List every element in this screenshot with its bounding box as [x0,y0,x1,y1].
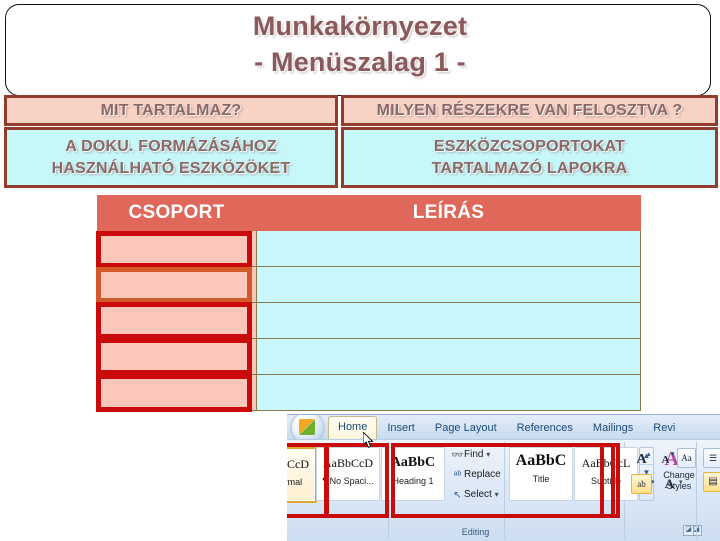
question-right-label: MILYEN RÉSZEKRE VAN FELOSZTVA ? [376,101,683,119]
answer-right-line-1: ESZKÖZCSOPORTOKAT [433,137,626,155]
style-tile-title[interactable]: AaBbC Title [509,447,573,501]
answer-left-line-2: HASZNÁLHATÓ ESZKÖZÖKET [51,159,291,177]
table-row [96,302,641,339]
tab-home[interactable]: Home [328,416,378,439]
font-group: A ▴ A ▾ Aa ab ▾ A ▾ ◪ [625,442,697,538]
cell-desc [256,231,641,267]
cell-group [96,231,257,267]
cell-desc [256,374,641,411]
style-name-title: Title [532,474,550,484]
grow-font-caret-icon: ▴ [647,451,651,458]
table-body [96,231,641,411]
quick-styles-group: AaBbCcD ¶ Normal AaBbCcD ¶ No Spaci... [287,442,389,538]
font-dialog-launcher[interactable]: ◪ [683,525,694,536]
style-sample-no-spacing: AaBbCcD [323,456,373,470]
bullets-button[interactable]: ☰ [703,448,720,468]
question-box-left: MIT TARTALMAZ? [4,95,338,126]
style-sample-normal: AaBbCcD [287,457,309,471]
style-tile-normal[interactable]: AaBbCcD ¶ Normal [287,447,317,503]
tab-references[interactable]: References [507,417,583,439]
cell-group [96,266,257,303]
ribbon-body: AaBbCcD ¶ Normal AaBbCcD ¶ No Spaci... A… [287,439,720,541]
cell-desc [256,338,641,375]
question-box-right: MILYEN RÉSZEKRE VAN FELOSZTVA ? [341,95,718,126]
title-line-1: Munkakörnyezet [252,11,468,41]
tab-insert[interactable]: Insert [377,417,425,439]
question-left-label: MIT TARTALMAZ? [100,101,242,119]
select-label: Select [464,489,492,500]
answer-box-right: ESZKÖZCSOPORTOKAT TARTALMAZÓ LAPOKRA [341,127,718,188]
page-title: Munkakörnyezet - Menüszalag 1 - [0,8,720,80]
font-color-caret-icon: ▾ [679,479,683,486]
title-line-2: - Menüszalag 1 - [254,47,466,77]
tab-mailings[interactable]: Mailings [583,417,643,439]
office-logo-icon [299,419,315,435]
answer-left-line-1: A DOKU. FORMÁZÁSÁHOZ [65,137,277,155]
cell-group [96,338,257,375]
binoculars-icon: 👓 [451,450,464,461]
replace-icon: ᵃᵇ [453,470,462,481]
align-button[interactable]: ▤ [703,472,720,492]
text-highlight-button[interactable]: ab [631,474,652,494]
editing-group: 👓Find ▾ ᵃᵇ Replace ↖ Select ▾ Editing [447,442,505,538]
table-row [96,231,641,267]
table-header-leiras: LEÍRÁS [256,195,641,231]
ribbon-tab-bar: Home Insert Page Layout References Maili… [287,415,720,444]
find-caret-icon: ▾ [486,450,491,459]
tab-review[interactable]: Revi [643,417,685,439]
answer-box-left: A DOKU. FORMÁZÁSÁHOZ HASZNÁLHATÓ ESZKÖZÖ… [4,127,338,188]
style-name-heading-1: Heading 1 [392,476,434,486]
select-command[interactable]: ↖ Select ▾ [451,489,499,502]
paragraph-group: ☰ ▤ [697,442,720,538]
highlight-caret-icon: ▾ [651,479,655,486]
style-tile-heading-1[interactable]: AaBbC Heading 1 [381,447,445,501]
select-caret-icon: ▾ [494,490,499,499]
find-label: Find [464,449,484,460]
find-command[interactable]: 👓Find ▾ [451,449,490,462]
replace-label: Replace [464,469,501,480]
tab-page-layout[interactable]: Page Layout [425,417,507,439]
style-name-normal: ¶ Normal [287,477,303,487]
cell-group [96,374,257,411]
table-row [96,338,641,375]
replace-command[interactable]: ᵃᵇ Replace [451,469,501,482]
cell-desc [256,266,641,303]
clear-formatting-button[interactable]: Aa [677,448,696,468]
answer-right-line-2: TARTALMAZÓ LAPOKRA [431,159,628,177]
font-color-button[interactable]: A [659,474,680,494]
table-header-row: CSOPORT LEÍRÁS [96,195,641,231]
groups-table: CSOPORT LEÍRÁS [96,195,641,411]
styles-group: AaBbC Title AaBbCcL Subtitle ▲ ▼ ▤ AA Ch… [505,442,702,538]
table-header-csoport: CSOPORT [96,195,257,231]
table-row [96,374,641,411]
pointer-icon: ↖ [453,490,462,501]
table-row [96,266,641,303]
style-tile-no-spacing[interactable]: AaBbCcD ¶ No Spaci... [316,447,380,501]
style-name-no-spacing: ¶ No Spaci... [322,476,374,486]
shrink-font-caret-icon: ▾ [671,451,675,458]
style-sample-title: AaBbC [515,452,567,469]
style-sample-heading-1: AaBbC [390,455,436,470]
word-ribbon-screenshot: Home Insert Page Layout References Maili… [287,414,720,541]
editing-group-label: Editing [461,527,490,537]
cell-group [96,302,257,339]
ribbon-tabs: Home Insert Page Layout References Maili… [328,415,685,439]
cell-desc [256,302,641,339]
